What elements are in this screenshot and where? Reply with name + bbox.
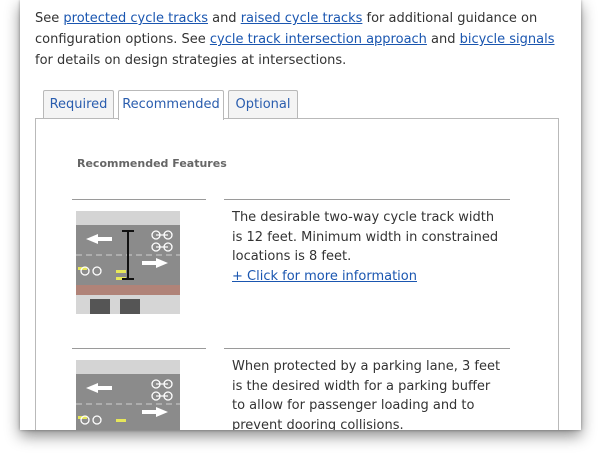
bicycle-signals-link[interactable]: bicycle signals <box>460 32 555 47</box>
content-card: See protected cycle tracks and raised cy… <box>20 0 581 430</box>
feature-text: When protected by a parking lane, 3 feet… <box>232 359 501 430</box>
parking-buffer-diagram-icon <box>76 360 180 430</box>
tab-required[interactable]: Required <box>43 90 114 118</box>
cycle-track-width-diagram-icon <box>76 211 180 314</box>
divider <box>72 199 206 200</box>
protected-cycle-tracks-link[interactable]: protected cycle tracks <box>63 11 208 26</box>
intro-text-2: and <box>207 11 241 26</box>
feature-text: The desirable two-way cycle track width … <box>232 210 499 264</box>
tab-panel-recommended: Recommended Features The desirable two-w… <box>35 118 559 430</box>
tab-optional[interactable]: Optional <box>228 90 298 118</box>
intro-paragraph: See protected cycle tracks and raised cy… <box>35 8 555 71</box>
more-information-link[interactable]: + Click for more information <box>232 269 417 284</box>
feature-description: The desirable two-way cycle track width … <box>232 208 504 286</box>
intro-text-4: and <box>426 32 460 47</box>
feature-description: When protected by a parking lane, 3 feet… <box>232 357 504 430</box>
tab-recommended[interactable]: Recommended <box>118 90 224 120</box>
cycle-track-intersection-approach-link[interactable]: cycle track intersection approach <box>210 32 427 47</box>
intro-text-1: See <box>35 11 64 26</box>
intro-text-5: for details on design strategies at inte… <box>35 53 347 68</box>
divider <box>72 348 206 349</box>
divider <box>224 348 510 349</box>
section-title: Recommended Features <box>77 157 227 170</box>
divider <box>224 199 510 200</box>
raised-cycle-tracks-link[interactable]: raised cycle tracks <box>241 11 363 26</box>
